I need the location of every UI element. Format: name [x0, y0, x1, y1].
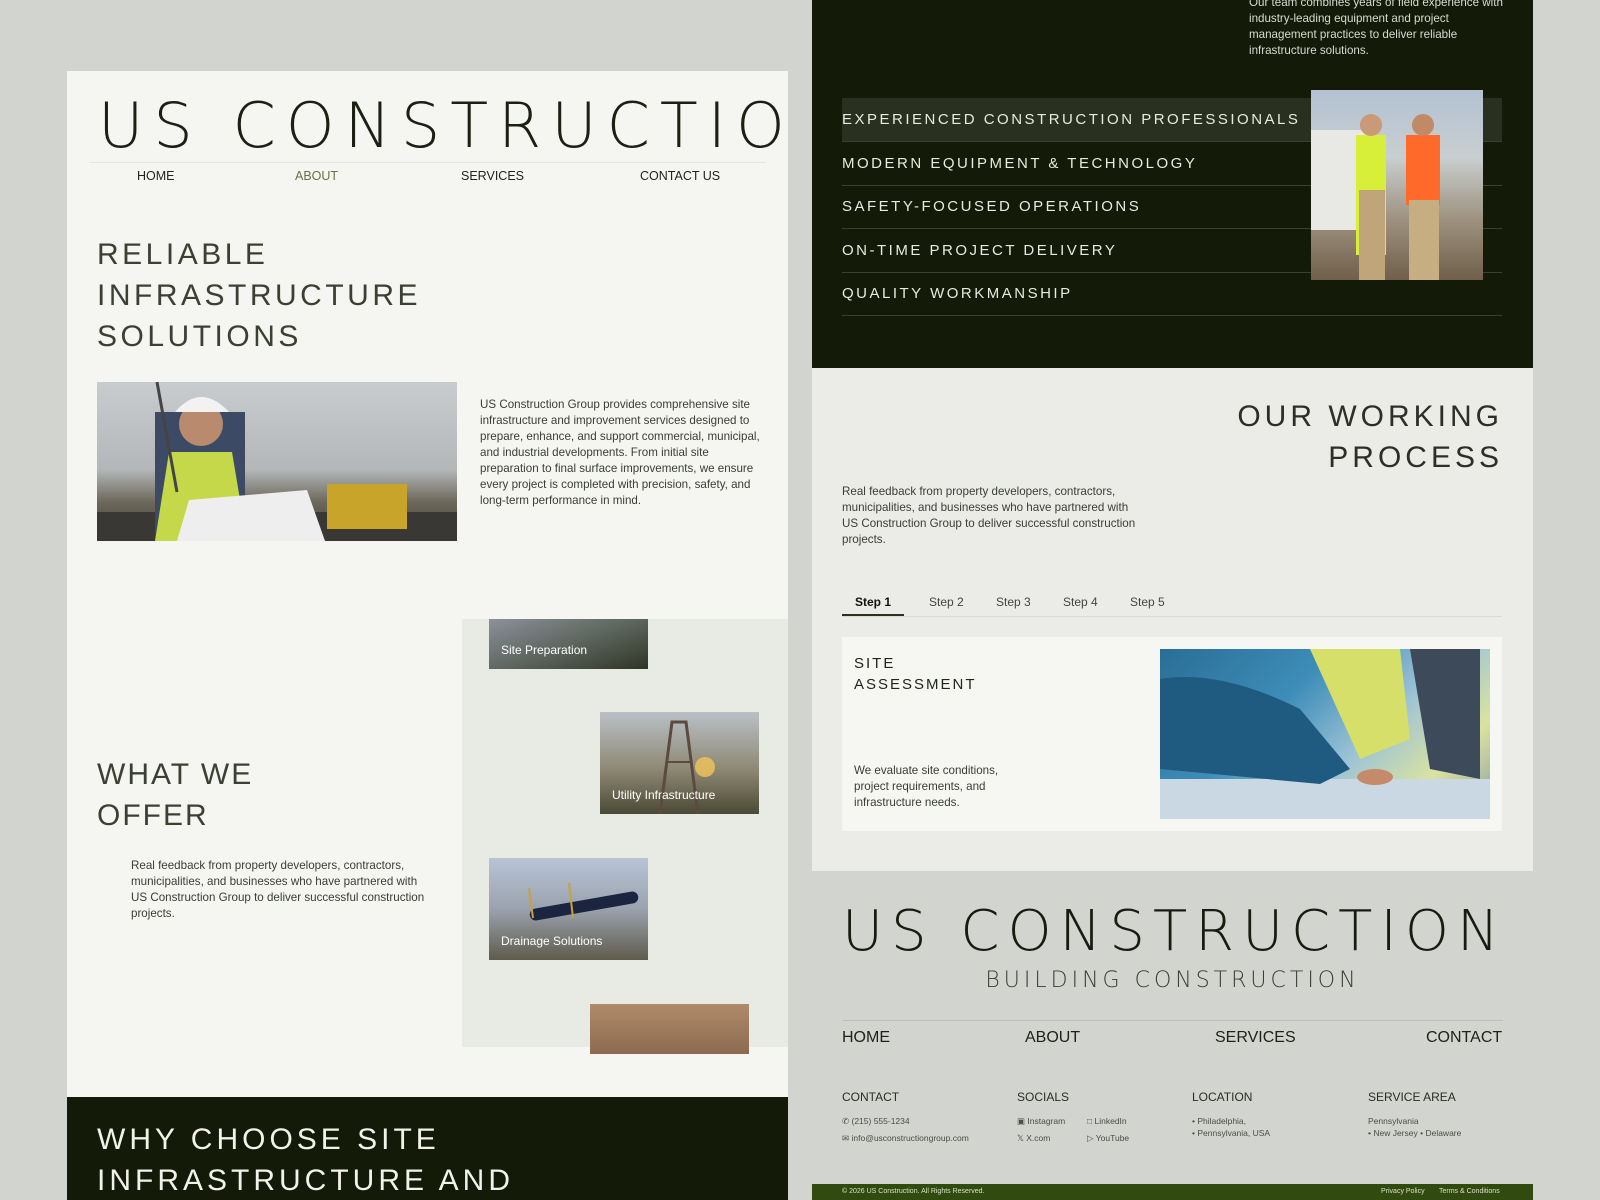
service-area-line: Delaware [1425, 1128, 1462, 1138]
process-heading: OUR WORKING PROCESS [1237, 396, 1503, 478]
offer-line: WHAT WE [97, 758, 254, 791]
step-title-line: ASSESSMENT [854, 676, 977, 693]
social-label: LinkedIn [1094, 1116, 1127, 1126]
social-label: YouTube [1095, 1133, 1130, 1143]
footer-service-area-heading: SERVICE AREA [1368, 1090, 1456, 1104]
brand-logo[interactable]: US CONSTRUCTION [98, 89, 788, 162]
workers-photo [1311, 90, 1483, 280]
footer-socials-heading: SOCIALS [1017, 1090, 1070, 1104]
privacy-link[interactable]: Privacy Policy [1381, 1188, 1425, 1195]
why-line: INFRASTRUCTURE AND [97, 1164, 515, 1197]
why-line: WHY CHOOSE SITE [97, 1123, 440, 1156]
process-section: OUR WORKING PROCESS Real feedback from p… [812, 368, 1533, 871]
team-intro-text: Our team combines years of field experie… [1249, 0, 1503, 57]
step-tabs: Step 1 Step 2 Step 3 Step 4 Step 5 [842, 592, 1502, 617]
service-label: Site Preparation [501, 643, 588, 657]
footer-location: • Philadelphia, • Pennsylvania, USA [1192, 1116, 1271, 1138]
offer-text: Real feedback from property developers, … [131, 859, 425, 920]
terms-link[interactable]: Terms & Conditions [1439, 1188, 1500, 1195]
service-card-utility-infrastructure[interactable]: Utility Infrastructure [600, 712, 759, 814]
footer-service-area: Pennsylvania • New Jersey • Delaware [1368, 1116, 1462, 1138]
service-card-partial[interactable] [590, 1004, 749, 1054]
footer-location-heading: LOCATION [1192, 1090, 1253, 1104]
social-linkedin[interactable]: □ LinkedIn [1087, 1115, 1127, 1127]
engineer-photo [97, 382, 457, 541]
linkedin-icon: □ [1087, 1116, 1095, 1126]
services-gallery: Site Preparation Utility Infrastructure … [462, 619, 788, 1054]
phone-text: (215) 555-1234 [851, 1116, 910, 1126]
left-page: US CONSTRUCTION HOME ABOUT SERVICES CONT… [67, 71, 788, 1200]
nav-contact[interactable]: CONTACT US [640, 169, 720, 183]
service-label: Drainage Solutions [501, 934, 603, 948]
offer-heading: WHAT WE OFFER [97, 754, 253, 836]
copyright-text: © 2026 US Construction. All Rights Reser… [842, 1188, 985, 1195]
hero-heading: RELIABLE INFRASTRUCTURE SOLUTIONS [97, 234, 421, 357]
tab-step-1[interactable]: Step 1 [855, 595, 891, 609]
tab-step-3[interactable]: Step 3 [996, 595, 1031, 609]
social-label: X.com [1026, 1133, 1051, 1143]
active-tab-indicator [842, 614, 904, 616]
why-choose-section: WHY CHOOSE SITE INFRASTRUCTURE AND [67, 1097, 788, 1200]
footer-nav-services[interactable]: SERVICES [1215, 1029, 1296, 1047]
tab-step-2[interactable]: Step 2 [929, 595, 964, 609]
hero-line: RELIABLE [97, 238, 269, 271]
service-label: Utility Infrastructure [612, 788, 716, 802]
step-title: SITE ASSESSMENT [854, 653, 977, 695]
site-footer: US CONSTRUCTION BUILDING CONSTRUCTION HO… [812, 871, 1533, 1200]
tab-step-4[interactable]: Step 4 [1063, 595, 1098, 609]
footer-divider [842, 1020, 1503, 1021]
social-youtube[interactable]: ▷ YouTube [1087, 1132, 1129, 1144]
offer-line: OFFER [97, 799, 209, 832]
process-text: Real feedback from property developers, … [842, 485, 1136, 546]
service-area-line: New Jersey [1373, 1128, 1418, 1138]
location-line: Pennsylvania, USA [1197, 1128, 1271, 1138]
hero-line: INFRASTRUCTURE [97, 279, 421, 312]
footer-nav-contact[interactable]: CONTACT [1426, 1029, 1502, 1047]
footer-phone[interactable]: ✆ (215) 555-1234 [842, 1115, 910, 1127]
social-instagram[interactable]: ▣ Instagram [1017, 1115, 1065, 1127]
footer-contact-heading: CONTACT [842, 1090, 900, 1104]
step-description: We evaluate site conditions, project req… [854, 764, 999, 809]
footer-nav-about[interactable]: ABOUT [1025, 1029, 1080, 1047]
why-us-panel: Our team combines years of field experie… [812, 0, 1533, 368]
service-area-line: Pennsylvania [1368, 1116, 1419, 1126]
footer-nav-home[interactable]: HOME [842, 1029, 890, 1047]
about-text: US Construction Group provides comprehen… [480, 398, 760, 507]
blueprint-photo [1160, 649, 1490, 819]
nav-home[interactable]: HOME [137, 169, 175, 183]
step-card: SITE ASSESSMENT We evaluate site conditi… [842, 637, 1502, 831]
why-choose-heading: WHY CHOOSE SITE INFRASTRUCTURE AND [97, 1119, 514, 1200]
instagram-icon: ▣ [1017, 1116, 1028, 1126]
process-line: OUR WORKING [1237, 400, 1503, 433]
service-card-drainage-solutions[interactable]: Drainage Solutions [489, 858, 648, 960]
process-line: PROCESS [1328, 441, 1503, 474]
hero-line: SOLUTIONS [97, 320, 302, 353]
footer-email[interactable]: ✉ info@usconstructiongroup.com [842, 1132, 969, 1144]
header-divider [89, 162, 766, 163]
tab-step-5[interactable]: Step 5 [1130, 595, 1165, 609]
footer-brand[interactable]: US CONSTRUCTION [842, 899, 1507, 964]
email-text: info@usconstructiongroup.com [851, 1133, 969, 1143]
location-line: Philadelphia, [1197, 1116, 1247, 1126]
nav-services[interactable]: SERVICES [461, 169, 524, 183]
nav-about[interactable]: ABOUT [295, 169, 338, 183]
social-x[interactable]: 𝕏 X.com [1017, 1132, 1050, 1144]
step-title-line: SITE [854, 655, 896, 672]
footer-subtitle: BUILDING CONSTRUCTION [985, 968, 1360, 993]
service-card-site-preparation[interactable]: Site Preparation [489, 619, 648, 669]
x-icon: 𝕏 [1017, 1133, 1027, 1143]
social-label: Instagram [1027, 1116, 1066, 1126]
youtube-icon: ▷ [1087, 1133, 1096, 1143]
copyright-bar: © 2026 US Construction. All Rights Reser… [812, 1184, 1533, 1200]
